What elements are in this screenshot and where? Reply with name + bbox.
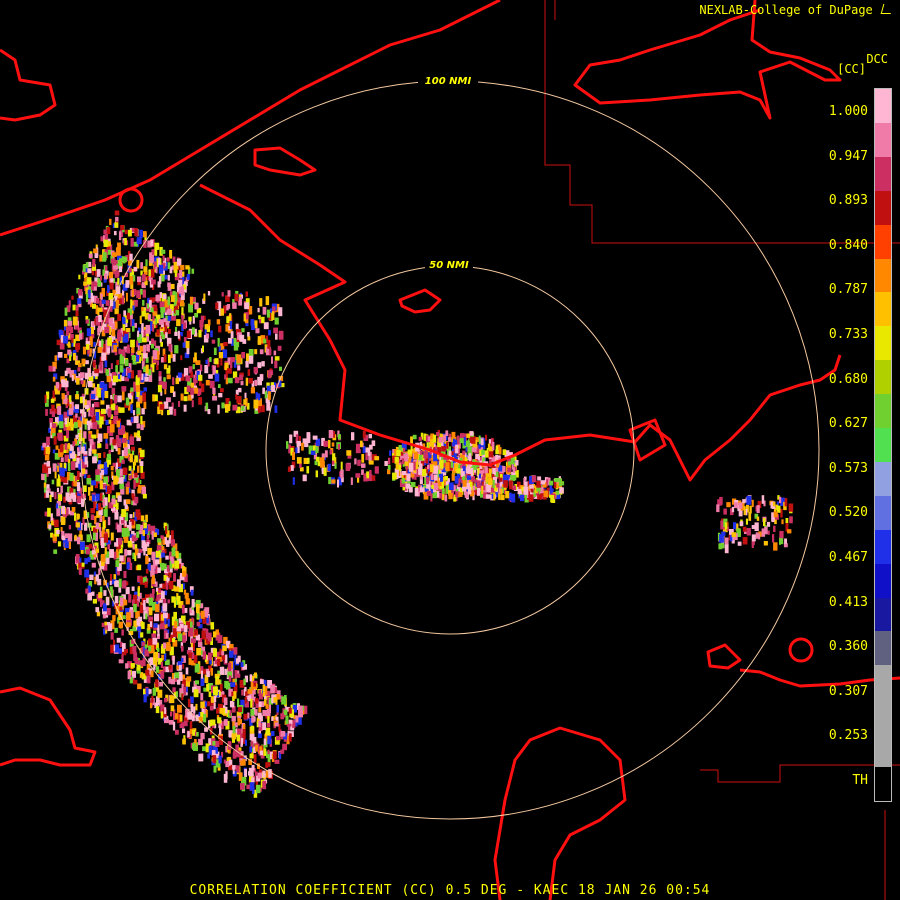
north-gulf-inlet: [253, 146, 317, 177]
legend-color-segment: [875, 563, 891, 599]
legend-tick-label: 0.733: [828, 327, 868, 342]
legend-color-segment: [875, 292, 891, 327]
legend-color-segment: [875, 156, 891, 192]
south-coast: [493, 726, 627, 900]
product-code: DCC: [866, 52, 888, 66]
legend-tick-label: 0.627: [828, 416, 868, 432]
legend-tick-label: 0.787: [828, 282, 868, 298]
legend-tick-label: 0.360: [828, 639, 868, 655]
legend-tick-label: 0.893: [828, 193, 868, 209]
legend-tick-label: 0.413: [828, 594, 868, 610]
legend-color-segment: [875, 495, 891, 531]
inland-lake: [398, 288, 442, 314]
color-legend-bar: [874, 88, 892, 802]
units-label: [CC]: [837, 62, 866, 76]
legend-color-segment: [875, 122, 891, 158]
legend-color-segment: [875, 597, 891, 632]
legend-color-segment: [875, 767, 891, 802]
legend-color-segment: [875, 394, 891, 429]
ring-label-100: 100 NMI: [425, 76, 472, 87]
mainland-coast: [0, 0, 501, 237]
radar-echoes: [41, 210, 794, 798]
legend-tick-label: 0.253: [828, 728, 868, 744]
boundary-lines: [544, 0, 900, 900]
legend-color-segment: [875, 733, 891, 768]
legend-tick-label: 0.520: [828, 505, 868, 521]
legend-color-segment: [875, 665, 891, 700]
legend-tick-label: 0.947: [828, 148, 868, 164]
legend-color-segment: [875, 89, 891, 124]
southeast-peninsula: [706, 643, 742, 670]
dupage-mark-icon: [880, 4, 894, 14]
legend-color-segment: [875, 529, 891, 565]
credit-line: NEXLAB-College of DuPage: [699, 3, 894, 17]
nw-peninsula: [0, 48, 57, 122]
legend-color-segment: [875, 190, 891, 226]
legend-tick-label: 1.000: [828, 104, 868, 119]
legend-tick-label: 0.307: [828, 683, 868, 699]
ring-label-50: 50 NMI: [429, 260, 469, 271]
north-shore-island: [573, 0, 842, 120]
product-caption: CORRELATION COEFFICIENT (CC) 0.5 DEG - K…: [189, 883, 711, 898]
west-small-lake: [118, 187, 144, 213]
legend-color-segment: [875, 360, 891, 395]
southwest-coast: [0, 686, 97, 767]
legend-color-segment: [875, 631, 891, 666]
legend-tick-label: 0.573: [828, 460, 868, 476]
legend-color-segment: [875, 326, 891, 361]
legend-color-segment: [875, 258, 891, 293]
legend-tick-label: TH: [852, 773, 868, 788]
southeast-lake: [788, 637, 814, 663]
legend-color-segment: [875, 699, 891, 734]
credit-text: NEXLAB-College of DuPage: [699, 3, 873, 17]
legend-color-segment: [875, 224, 891, 259]
legend-color-segment: [875, 461, 891, 497]
legend-color-segment: [875, 428, 891, 463]
radar-map: 50 NMI 100 NMI: [0, 0, 900, 900]
legend-tick-label: 0.840: [828, 237, 868, 253]
legend-tick-label: 0.467: [828, 550, 868, 565]
legend-tick-label: 0.680: [828, 371, 868, 387]
